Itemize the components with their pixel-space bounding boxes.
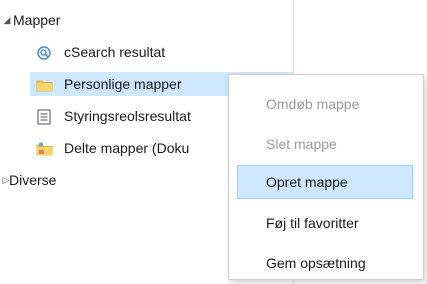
menu-item-save-layout[interactable]: Gem opsætning: [237, 246, 413, 280]
tree-node-mapper[interactable]: ◢ Mapper: [0, 8, 293, 32]
tree-item-label: Delte mapper (Doku: [64, 140, 190, 156]
search-results-icon: [36, 44, 53, 60]
menu-item-add-to-favorites[interactable]: Føj til favoritter: [237, 206, 413, 240]
tree-item-label: cSearch resultat: [64, 44, 166, 60]
tree-item-label: Personlige mapper: [64, 76, 182, 92]
tree-item-csearch[interactable]: cSearch resultat: [30, 40, 293, 64]
document-list-icon: [36, 108, 53, 125]
tree-item-label: Styringsreolsresultat: [64, 108, 191, 124]
menu-item-delete-folder[interactable]: Slet mappe: [237, 127, 413, 161]
folder-icon: [36, 76, 53, 92]
context-menu: Omdøb mappe Slet mappe Opret mappe Føj t…: [228, 74, 424, 280]
tree-node-label: Diverse: [9, 172, 57, 188]
shared-folder-icon: [36, 140, 53, 156]
tree-node-label: Mapper: [13, 12, 61, 28]
expanded-triangle-icon[interactable]: ◢: [2, 8, 12, 32]
menu-item-rename-folder[interactable]: Omdøb mappe: [237, 87, 413, 121]
menu-item-create-folder[interactable]: Opret mappe: [237, 165, 413, 199]
